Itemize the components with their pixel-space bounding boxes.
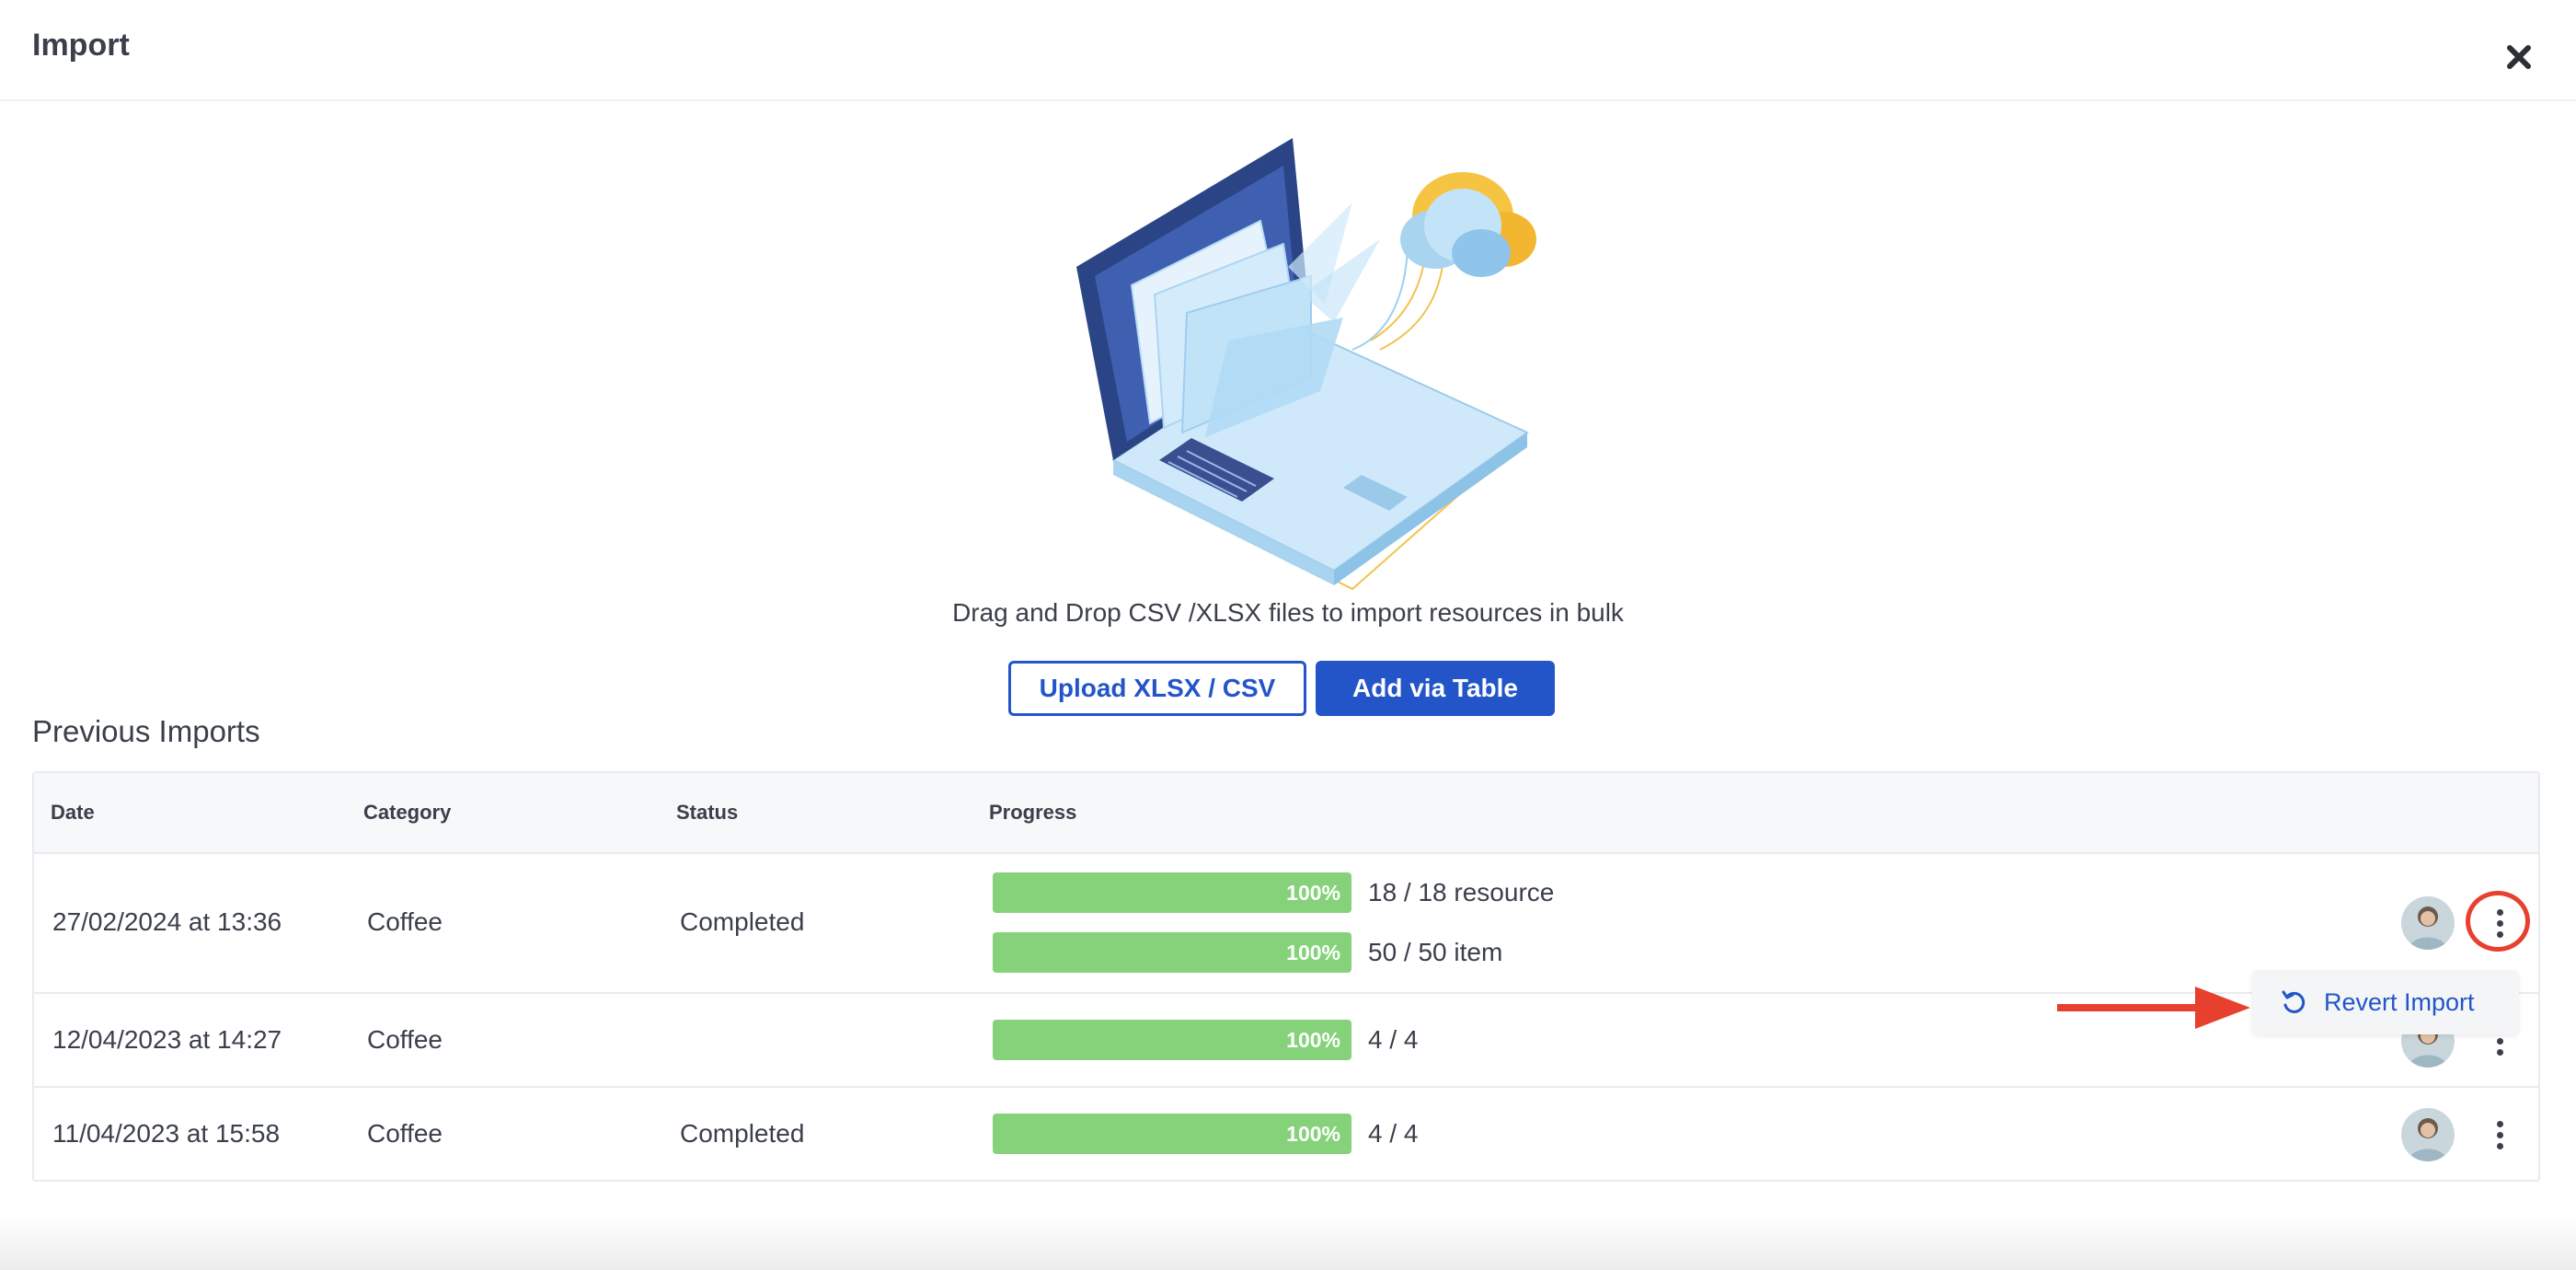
import-date: 27/02/2024 at 13:36 xyxy=(52,907,282,936)
annotation-arrow xyxy=(2057,987,2250,1029)
progress-count: 4 / 4 xyxy=(1368,1119,1419,1148)
dialog-title: Import xyxy=(32,28,130,63)
import-date: 12/04/2023 at 14:27 xyxy=(52,1025,282,1054)
avatar xyxy=(2401,896,2455,950)
revert-import-menu-item[interactable]: Revert Import xyxy=(2252,970,2519,1034)
table-row: 11/04/2023 at 15:58 Coffee Completed 100… xyxy=(34,1088,2538,1182)
upload-file-button[interactable]: Upload XLSX / CSV xyxy=(1008,661,1306,716)
progress-count: 18 / 18 resource xyxy=(1368,878,1555,906)
table-header: Date Category Status Progress xyxy=(34,773,2538,854)
more-vertical-icon xyxy=(2496,1120,2503,1127)
import-category: Coffee xyxy=(367,1025,443,1054)
import-date: 11/04/2023 at 15:58 xyxy=(52,1119,281,1148)
progress-bar: 100% xyxy=(993,932,1351,973)
import-status: Completed xyxy=(680,1119,805,1148)
close-icon xyxy=(2507,45,2531,69)
import-category: Coffee xyxy=(367,907,443,936)
previous-imports-table: Date Category Status Progress 27/02/2024… xyxy=(32,771,2540,1182)
table-row: 27/02/2024 at 13:36 Coffee Completed 100… xyxy=(34,854,2538,994)
progress-count: 50 / 50 item xyxy=(1368,938,1503,966)
column-category: Category xyxy=(363,801,452,824)
row-actions-button[interactable] xyxy=(2481,1108,2518,1161)
progress-percent: 100% xyxy=(1286,941,1340,964)
revert-import-label: Revert Import xyxy=(2324,987,2475,1016)
import-category: Coffee xyxy=(367,1119,443,1148)
progress-percent: 100% xyxy=(1286,1028,1340,1052)
avatar xyxy=(2401,1108,2455,1161)
column-progress: Progress xyxy=(989,801,1077,824)
dropzone-instructions: Drag and Drop CSV /XLSX files to import … xyxy=(952,598,1624,627)
import-status: Completed xyxy=(680,907,805,936)
dialog-bottom-shadow xyxy=(0,1213,2576,1270)
progress-count: 4 / 4 xyxy=(1368,1025,1419,1054)
highlight-circle xyxy=(2466,891,2530,952)
column-status: Status xyxy=(676,801,739,824)
progress-percent: 100% xyxy=(1286,881,1340,905)
previous-imports-title: Previous Imports xyxy=(32,714,260,748)
laptop-cloud-illustration xyxy=(1076,138,1536,591)
close-button[interactable] xyxy=(2499,37,2539,77)
progress-bar: 100% xyxy=(993,1114,1351,1154)
undo-icon xyxy=(2282,990,2306,1013)
progress-bar: 100% xyxy=(993,872,1351,913)
column-date: Date xyxy=(51,801,95,824)
progress-bar: 100% xyxy=(993,1020,1351,1060)
dialog-header: Import xyxy=(0,0,2576,101)
progress-percent: 100% xyxy=(1286,1122,1340,1146)
add-via-table-button[interactable]: Add via Table xyxy=(1316,661,1555,716)
